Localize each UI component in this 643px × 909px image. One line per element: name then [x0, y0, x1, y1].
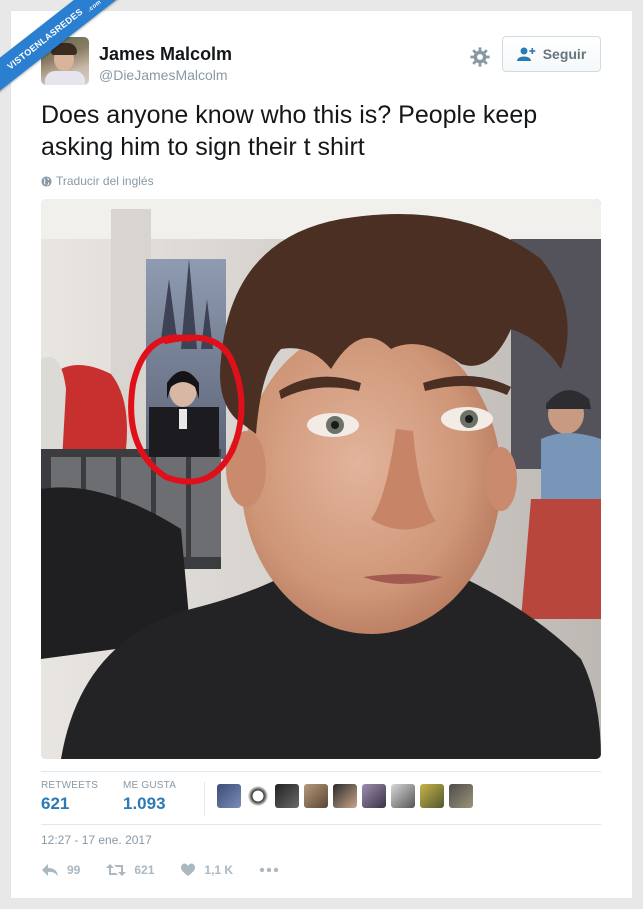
like-count: 1,1 K — [204, 863, 234, 877]
retweets-count: 621 — [41, 794, 70, 813]
tweet-text: Does anyone know who this is? People kee… — [41, 101, 538, 161]
tweet-stats: RETWEETS 621 ME GUSTA 1.093 — [41, 771, 601, 825]
follow-button[interactable]: Seguir — [502, 36, 601, 72]
follow-label: Seguir — [542, 46, 587, 62]
tweet-card: James Malcolm @DieJamesMalcolm Seguir Do… — [10, 10, 633, 899]
liker-avatar[interactable] — [333, 784, 357, 808]
liker-avatar[interactable] — [217, 784, 241, 808]
retweets-stat[interactable]: RETWEETS 621 — [41, 780, 98, 814]
avatar-shirt — [45, 71, 85, 85]
liker-avatars — [217, 784, 473, 808]
more-dots-icon — [259, 867, 279, 873]
liker-avatar[interactable] — [304, 784, 328, 808]
liker-avatar[interactable] — [246, 784, 270, 808]
retweet-button[interactable]: 621 — [106, 863, 154, 877]
add-user-icon — [516, 47, 536, 61]
liker-avatar[interactable] — [275, 784, 299, 808]
liker-avatar[interactable] — [449, 784, 473, 808]
user-name[interactable]: James Malcolm — [99, 44, 232, 65]
likes-count: 1.093 — [123, 794, 166, 813]
retweets-label: RETWEETS — [41, 780, 99, 791]
liker-avatar[interactable] — [420, 784, 444, 808]
retweet-icon — [106, 864, 127, 876]
tweet-actions: 99 621 1,1 K — [41, 863, 305, 877]
like-button[interactable]: 1,1 K — [180, 863, 233, 877]
likes-label: ME GUSTA — [123, 780, 177, 791]
reply-button[interactable]: 99 — [41, 863, 80, 877]
liker-avatar[interactable] — [391, 784, 415, 808]
reply-icon — [42, 864, 58, 876]
stats-divider — [204, 782, 205, 816]
likes-stat[interactable]: ME GUSTA 1.093 — [123, 780, 176, 814]
tweet-photo[interactable] — [41, 199, 601, 759]
reply-count: 99 — [67, 863, 81, 877]
user-handle[interactable]: @DieJamesMalcolm — [99, 67, 228, 83]
timestamp[interactable]: 12:27 - 17 ene. 2017 — [41, 833, 152, 847]
translate-label: Traducir del inglés — [56, 174, 154, 188]
retweet-count: 621 — [134, 863, 155, 877]
more-button[interactable] — [259, 867, 279, 873]
heart-icon — [181, 863, 196, 876]
selfie-image — [41, 199, 601, 759]
globe-icon — [41, 175, 52, 187]
liker-avatar[interactable] — [362, 784, 386, 808]
gear-icon[interactable] — [469, 46, 491, 68]
translate-link[interactable]: Traducir del inglés — [41, 174, 154, 188]
